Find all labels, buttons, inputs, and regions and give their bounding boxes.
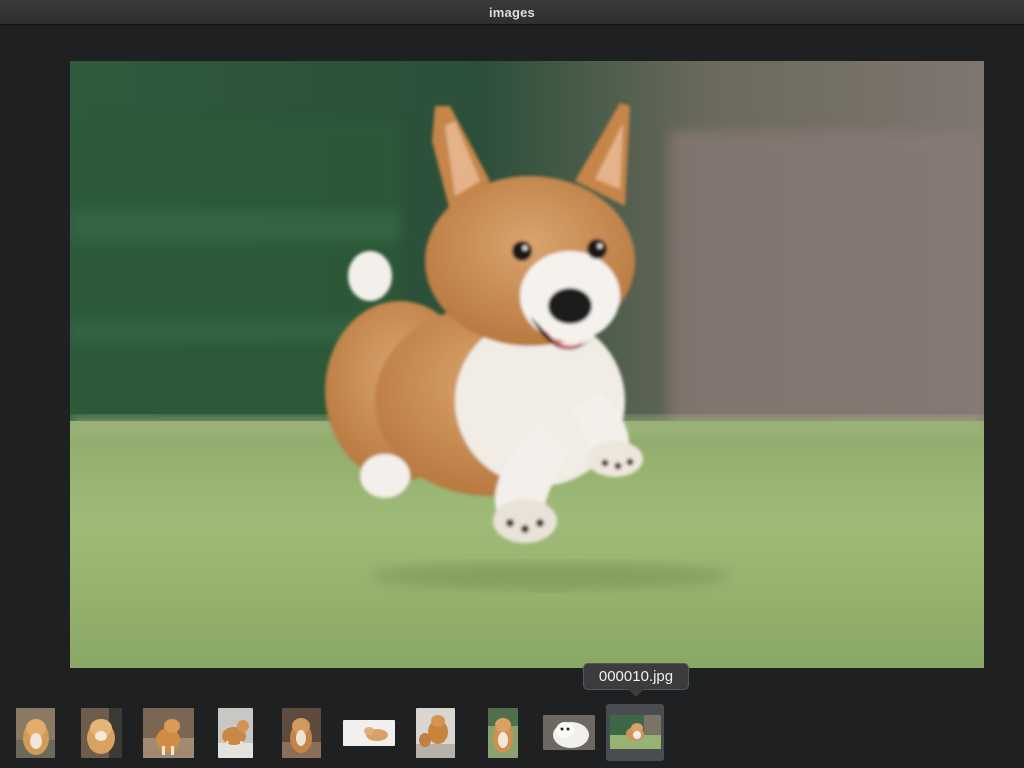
tooltip-arrow [628, 689, 644, 697]
thumbnail-6[interactable] [343, 720, 395, 746]
filename-tooltip: 000010.jpg [583, 663, 689, 690]
thumbnail-1[interactable] [16, 708, 55, 758]
shiba-in-snow-photo [218, 708, 253, 758]
thumbnail-9[interactable] [543, 715, 595, 750]
shiba-on-dirt-photo [143, 708, 194, 758]
shiba-sitting-photo [16, 708, 55, 758]
thumbnail-4[interactable] [218, 708, 253, 758]
shiba-pair-photo [416, 708, 455, 758]
corgi-running-photo [610, 715, 661, 749]
main-image-viewer[interactable] [70, 61, 984, 668]
shiba-portrait-photo [488, 708, 518, 758]
window-title: images [488, 4, 535, 20]
thumbnail-8[interactable] [488, 708, 518, 758]
thumbnail-10[interactable] [610, 715, 661, 749]
thumbnail-7[interactable] [416, 708, 455, 758]
shiba-puppy-photo [81, 708, 122, 758]
thumbnail-3[interactable] [143, 708, 194, 758]
dog-on-white-photo [343, 720, 395, 746]
filmstrip [0, 700, 1024, 768]
thumbnail-5[interactable] [282, 708, 321, 758]
corgi-running-photo [70, 61, 984, 668]
thumbnail-2[interactable] [81, 708, 122, 758]
shiba-standing-photo [282, 708, 321, 758]
title-bar: images [0, 0, 1024, 25]
white-dog-photo [543, 715, 595, 750]
